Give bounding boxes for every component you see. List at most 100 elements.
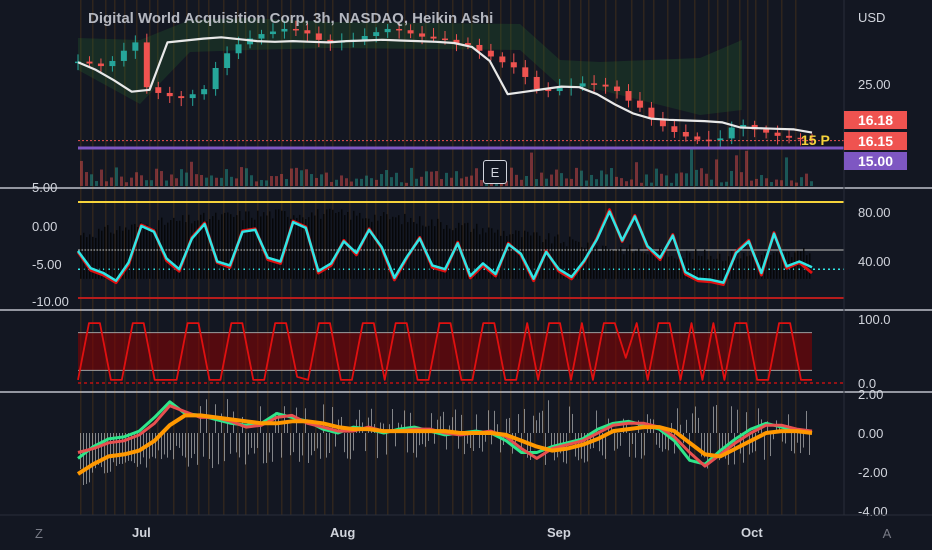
macd-histogram-bar (152, 433, 153, 457)
volume-bar (160, 171, 163, 186)
macd-histogram-bar (428, 433, 429, 441)
price-tag-level: 15.00 (844, 152, 907, 170)
macd-histogram-bar (254, 433, 255, 454)
earnings-marker-icon[interactable]: E (483, 160, 507, 184)
macd-histogram-bar (407, 433, 408, 453)
macd-histogram-bar (809, 433, 810, 455)
overlay-label: 15 P (801, 132, 830, 148)
volume-bar (635, 162, 638, 186)
macd-histogram-bar (224, 433, 225, 462)
osc-histogram-bar (635, 250, 637, 279)
volume-bar (585, 180, 588, 186)
macd-histogram-bar (473, 433, 474, 451)
osc-histogram-bar (146, 224, 148, 279)
macd-histogram-bar (506, 418, 507, 433)
osc-histogram-bar (167, 222, 169, 279)
volume-bar (185, 172, 188, 186)
osc-histogram-bar (428, 225, 430, 279)
osc-histogram-bar (119, 226, 121, 279)
osc-histogram-bar (365, 218, 367, 279)
macd-histogram-bar (797, 433, 798, 443)
price-tag-high: 16.18 (844, 111, 907, 129)
macd-histogram-bar (260, 406, 261, 433)
osc-histogram-bar (242, 220, 244, 279)
candle-body (269, 31, 276, 35)
volume-bar (400, 182, 403, 186)
volume-bar (410, 167, 413, 186)
volume-bar (415, 178, 418, 186)
candle-body (109, 60, 116, 67)
volume-bar (460, 178, 463, 186)
osc-histogram-bar (671, 255, 673, 279)
osc-histogram-bar (83, 232, 85, 279)
candle-body (442, 38, 448, 41)
volume-bar (450, 177, 453, 186)
volume-bar (375, 179, 378, 186)
osc-histogram-bar (182, 215, 184, 279)
osc-histogram-bar (734, 260, 736, 279)
volume-bar (810, 181, 813, 186)
volume-bar (280, 173, 283, 186)
macd-histogram-bar (455, 409, 456, 433)
time-axis-label: Jul (132, 525, 151, 540)
volume-bar (765, 178, 768, 186)
osc-histogram-bar (386, 214, 388, 279)
macd-histogram-bar (365, 433, 366, 452)
osc-histogram-bar (287, 216, 289, 279)
time-axis-label: Sep (547, 525, 571, 540)
macd-histogram-bar (290, 433, 291, 456)
volume-bar (745, 150, 748, 186)
volume-bar (600, 170, 603, 186)
macd-histogram-bar (716, 405, 717, 433)
macd-histogram-bar (167, 433, 168, 458)
macd-histogram-bar (317, 433, 318, 449)
macd-histogram-bar (680, 424, 681, 433)
osc-right-tick: 40.00 (858, 254, 891, 269)
volume-bar (645, 174, 648, 186)
candle-body (224, 53, 231, 68)
chart-title: Digital World Acquisition Corp, 3h, NASD… (88, 10, 494, 27)
osc-histogram-bar (269, 211, 271, 279)
candle-body (625, 91, 632, 101)
macd-histogram-bar (293, 433, 294, 453)
macd-histogram-bar (302, 433, 303, 456)
macd-histogram-bar (272, 433, 273, 462)
macd-histogram-bar (212, 433, 213, 469)
macd-histogram-bar (752, 433, 753, 453)
macd-histogram-bar (497, 424, 498, 433)
volume-bar (395, 172, 398, 186)
candle-body (178, 96, 185, 99)
osc-histogram-bar (713, 259, 715, 279)
volume-bar (210, 175, 213, 186)
chart-canvas[interactable]: USD25.0020.005.000.00-5.00-10.0080.0040.… (0, 0, 932, 550)
macd-histogram-bar (644, 433, 645, 456)
volume-bar (710, 179, 713, 186)
osc-histogram-bar (707, 259, 709, 279)
osc-histogram-bar (647, 254, 649, 279)
osc-histogram-bar (128, 229, 130, 279)
osc-histogram-bar (215, 212, 217, 279)
osc-histogram-bar (539, 235, 541, 279)
macd-histogram-bar (737, 409, 738, 433)
zoom-toggle-button[interactable]: Z (28, 522, 50, 544)
osc-histogram-bar (746, 256, 748, 279)
macd-histogram-bar (188, 433, 189, 467)
osc-histogram-bar (353, 210, 355, 279)
volume-bar (380, 174, 383, 186)
candle-body (579, 83, 586, 87)
macd-histogram-bar (191, 433, 192, 459)
osc-histogram-bar (404, 213, 406, 279)
chart-root: USD25.0020.005.000.00-5.00-10.0080.0040.… (0, 0, 932, 550)
macd-histogram-bar (344, 433, 345, 453)
volume-bar (510, 167, 513, 186)
osc-histogram-bar (416, 223, 418, 279)
volume-bar (465, 176, 468, 186)
auto-scale-button[interactable]: A (876, 522, 898, 544)
volume-bar (190, 161, 193, 186)
macd-histogram-bar (245, 433, 246, 465)
macd-histogram-bar (572, 413, 573, 433)
osc-histogram-bar (779, 251, 781, 279)
macd-histogram-bar (494, 410, 495, 433)
osc-histogram-bar (701, 256, 703, 279)
macd-histogram-bar (536, 420, 537, 433)
